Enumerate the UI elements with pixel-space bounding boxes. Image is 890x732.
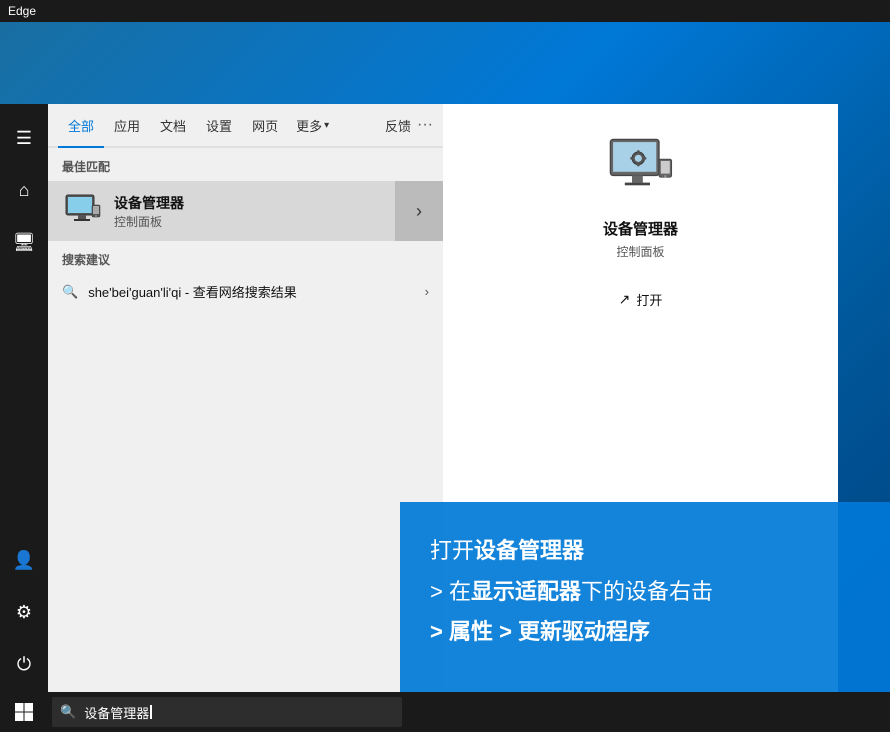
preview-open-button[interactable]: ↗ 打开 [619, 290, 663, 309]
best-match-app-icon [62, 191, 102, 231]
open-icon: ↗ [619, 291, 631, 308]
tab-more[interactable]: 更多 ▾ [288, 108, 337, 143]
best-match-label: 最佳匹配 [48, 148, 443, 181]
window-title-text: Edge [8, 4, 36, 18]
tab-settings[interactable]: 设置 [196, 103, 242, 147]
search-tabs: 全部 应用 文档 设置 网页 更多 ▾ 反馈 ··· [48, 104, 443, 148]
user-icon: 👤 [13, 550, 35, 571]
start-sidebar: ☰ ⌂ 🖥 👤 ⚙ ⏻ [0, 104, 48, 692]
taskbar-search-text: 设备管理器 [84, 703, 149, 722]
tab-more-chevron: ▾ [324, 120, 329, 131]
tab-options-dots[interactable]: ··· [417, 116, 433, 134]
home-icon: ⌂ [19, 180, 30, 201]
taskbar-search-box[interactable]: 🔍 设备管理器 [52, 697, 402, 727]
best-match-subtitle: 控制面板 [114, 213, 429, 230]
sidebar-home[interactable]: ⌂ [0, 166, 48, 214]
sidebar-user[interactable]: 👤 [0, 536, 48, 584]
suggestion-chevron-icon: › [425, 284, 429, 299]
preview-title: 设备管理器 [603, 218, 678, 239]
taskbar: 🔍 设备管理器 [0, 692, 890, 732]
cursor-indicator [150, 705, 152, 719]
tab-all[interactable]: 全部 [58, 104, 104, 148]
best-match-item[interactable]: 设备管理器 控制面板 › [48, 181, 443, 241]
sidebar-documents[interactable]: 🖥 [0, 218, 48, 266]
preview-app-icon [605, 134, 677, 206]
settings-icon: ⚙ [16, 602, 32, 623]
document-icon: 🖥 [13, 232, 36, 253]
device-manager-svg [62, 191, 102, 231]
best-match-title: 设备管理器 [114, 193, 429, 213]
tab-docs[interactable]: 文档 [150, 103, 196, 147]
hamburger-icon: ☰ [16, 128, 32, 149]
annotation-line-1: 打开设备管理器 [430, 536, 860, 567]
best-match-text: 设备管理器 控制面板 [114, 193, 429, 230]
window-titlebar: Edge [0, 0, 890, 22]
annotation-line-2: > 在显示适配器下的设备右击 [430, 577, 860, 608]
sidebar-hamburger[interactable]: ☰ [0, 114, 48, 162]
sidebar-power[interactable]: ⏻ [0, 640, 48, 688]
annotation-overlay: 打开设备管理器 > 在显示适配器下的设备右击 > 属性 > 更新驱动程序 [400, 502, 890, 692]
search-suggestion-item[interactable]: 🔍 she'bei'guan'li'qi - 查看网络搜索结果 › [48, 274, 443, 309]
preview-subtitle: 控制面板 [616, 243, 664, 260]
start-button[interactable] [0, 692, 48, 732]
tab-apps[interactable]: 应用 [104, 103, 150, 147]
preview-device-manager-svg [605, 130, 677, 210]
search-results-panel: 全部 应用 文档 设置 网页 更多 ▾ 反馈 ··· [48, 104, 443, 692]
annotation-line-3: > 属性 > 更新驱动程序 [430, 617, 860, 648]
best-match-open-arrow[interactable]: › [395, 181, 443, 241]
suggestion-section-label: 搜索建议 [48, 241, 443, 274]
taskbar-search-icon: 🔍 [60, 704, 76, 720]
tab-web[interactable]: 网页 [242, 103, 288, 147]
tab-feedback[interactable]: 反馈 [385, 116, 411, 135]
power-icon: ⏻ [17, 654, 31, 675]
search-suggestion-icon: 🔍 [62, 284, 78, 300]
suggestion-query: she'bei'guan'li'qi - 查看网络搜索结果 [88, 282, 424, 301]
windows-logo-icon [14, 702, 34, 722]
sidebar-settings[interactable]: ⚙ [0, 588, 48, 636]
